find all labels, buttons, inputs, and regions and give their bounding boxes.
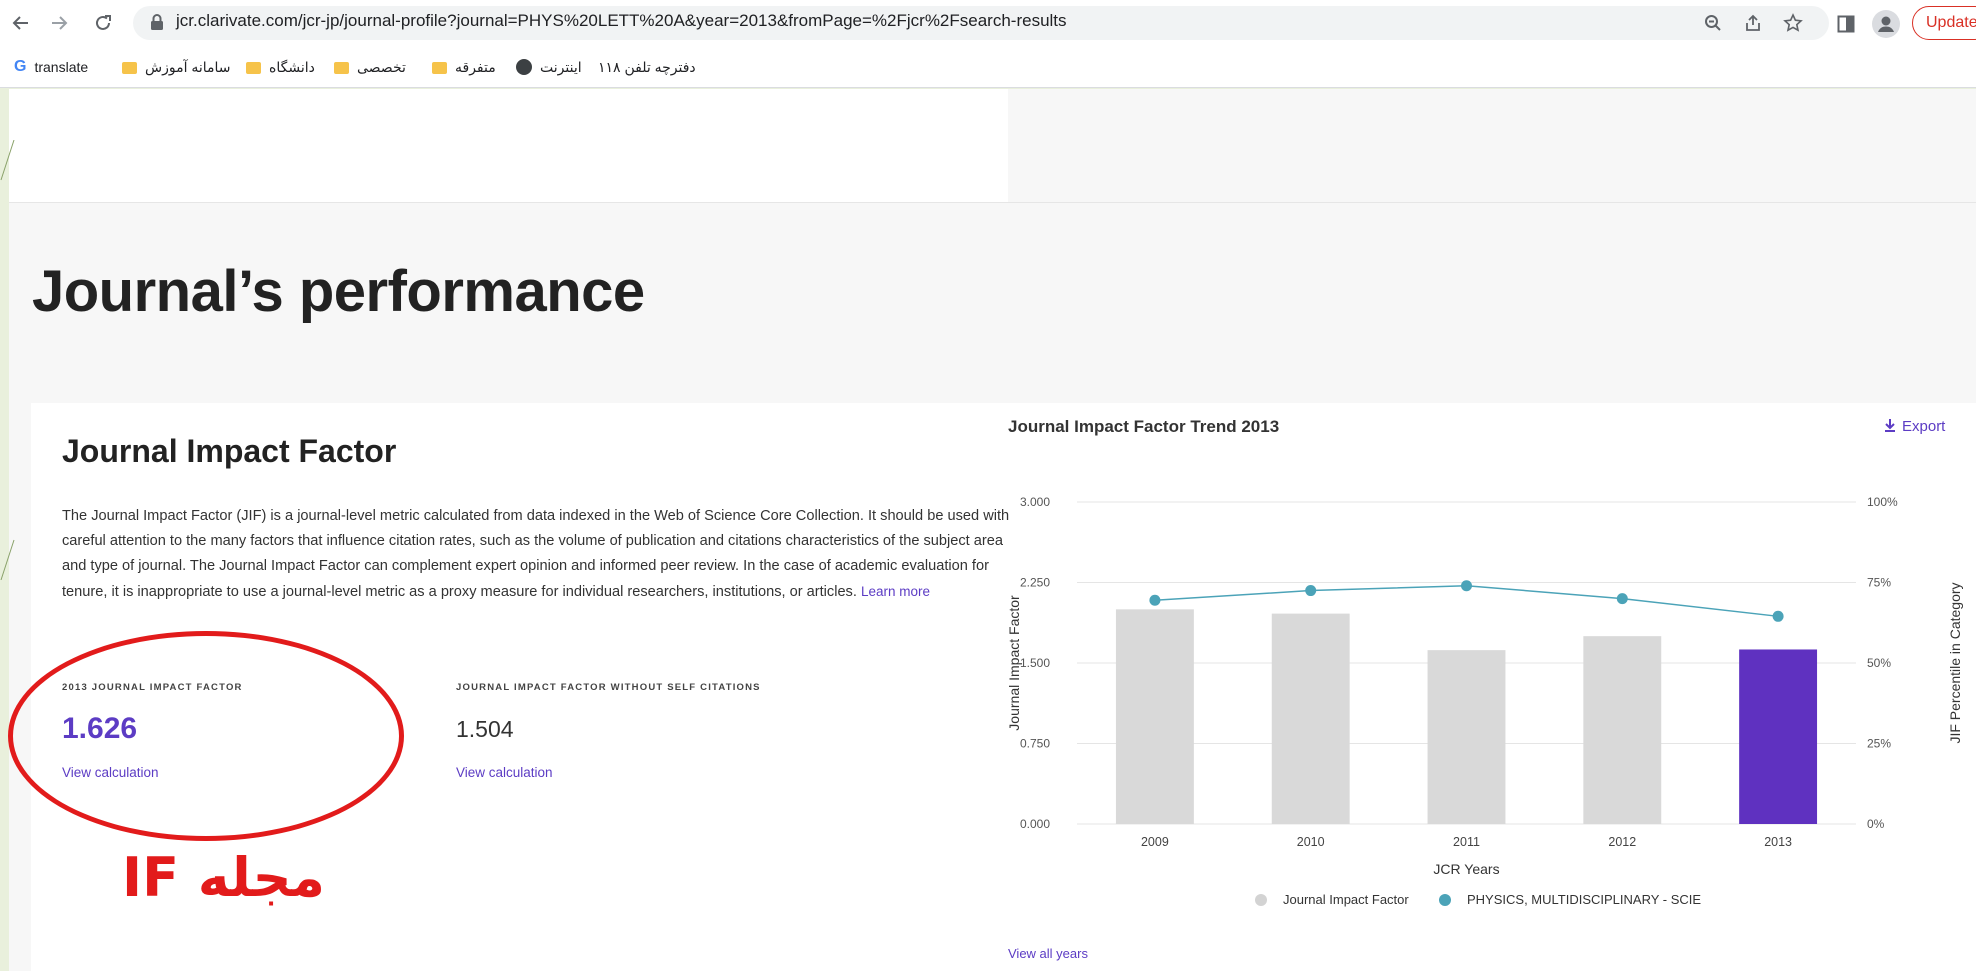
google-icon: G bbox=[14, 58, 27, 75]
y2-tick-label: 50% bbox=[1867, 656, 1891, 670]
folder-icon bbox=[334, 62, 349, 74]
y-axis-label: Journal Impact Factor bbox=[1006, 595, 1022, 731]
bar bbox=[1271, 613, 1350, 824]
y-tick-label: 0.750 bbox=[1020, 737, 1050, 751]
download-icon bbox=[1885, 419, 1895, 432]
y-tick-label: 2.250 bbox=[1020, 576, 1050, 590]
legend-swatch-bar bbox=[1255, 894, 1267, 906]
y2-tick-label: 25% bbox=[1867, 737, 1891, 751]
view-calculation-link[interactable]: View calculation bbox=[456, 765, 553, 780]
percentile-point bbox=[1616, 593, 1628, 605]
chart-title: Journal Impact Factor Trend 2013 bbox=[1008, 417, 1280, 436]
reload-icon[interactable] bbox=[88, 8, 118, 38]
legend-label: PHYSICS, MULTIDISCIPLINARY - SCIE bbox=[1467, 892, 1701, 907]
bookmark-takhassosi[interactable]: تخصصی bbox=[334, 56, 406, 78]
annotation-text: IF مجله bbox=[122, 846, 325, 909]
metric-value-jif-no-self: 1.504 bbox=[456, 716, 514, 742]
zoom-icon[interactable] bbox=[1700, 10, 1726, 36]
x-tick-label: 2012 bbox=[1608, 835, 1636, 849]
page-title: Journal’s performance bbox=[32, 259, 645, 324]
export-button[interactable]: Export bbox=[1884, 418, 1945, 435]
bookmark-label: متفرقه bbox=[455, 58, 496, 75]
y2-axis-label: JIF Percentile in Category bbox=[1947, 582, 1963, 743]
bookmark-motefarreghe[interactable]: متفرقه bbox=[432, 56, 496, 78]
bookmark-label: سامانه آموزش bbox=[145, 58, 231, 75]
bookmark-label: دانشگاه bbox=[269, 58, 315, 75]
red-annotation-ellipse bbox=[8, 631, 404, 841]
x-axis-label: JCR Years bbox=[1433, 861, 1499, 877]
bookmark-label: تخصصی bbox=[357, 58, 406, 75]
bar bbox=[1115, 609, 1194, 824]
bookmark-translate[interactable]: G translate bbox=[14, 56, 88, 78]
folder-icon bbox=[122, 62, 137, 74]
y2-tick-label: 0% bbox=[1867, 817, 1885, 831]
y-tick-label: 1.500 bbox=[1020, 656, 1050, 670]
url-text[interactable]: jcr.clarivate.com/jcr-jp/journal-profile… bbox=[176, 11, 1067, 31]
x-tick-label: 2010 bbox=[1297, 835, 1325, 849]
learn-more-link[interactable]: Learn more bbox=[861, 584, 930, 599]
update-button[interactable]: Update bbox=[1912, 6, 1976, 40]
side-panel-icon[interactable] bbox=[1832, 10, 1860, 38]
forward-icon[interactable] bbox=[44, 8, 74, 38]
share-icon[interactable] bbox=[1740, 10, 1766, 36]
percentile-point bbox=[1461, 580, 1472, 592]
jif-section-title: Journal Impact Factor bbox=[62, 433, 397, 469]
bookmark-label: اینترنت bbox=[540, 58, 582, 75]
bookmark-amoozesh[interactable]: سامانه آموزش bbox=[122, 56, 231, 78]
percentile-point bbox=[1305, 585, 1317, 597]
jif-trend-chart: 0.000 0.750 1.500 2.250 3.000 0% 25% 50% 75% 100%… bbox=[1006, 495, 1963, 907]
slide-decoration bbox=[0, 140, 15, 580]
bookmarks-bar: G translate سامانه آموزش دانشگاه تخصصی م… bbox=[0, 46, 1976, 88]
globe-icon bbox=[516, 59, 532, 75]
x-tick-label: 2013 bbox=[1764, 835, 1792, 849]
export-label: Export bbox=[1902, 418, 1946, 435]
bookmark-daneshgah[interactable]: دانشگاه bbox=[246, 56, 315, 78]
legend-label: Journal Impact Factor bbox=[1283, 892, 1409, 907]
top-banner-area bbox=[9, 89, 1008, 202]
y2-tick-label: 75% bbox=[1867, 576, 1891, 590]
x-tick-label: 2009 bbox=[1141, 835, 1169, 849]
back-icon[interactable] bbox=[6, 8, 36, 38]
percentile-point bbox=[1149, 594, 1161, 606]
bar bbox=[1427, 650, 1506, 824]
bar bbox=[1583, 636, 1662, 824]
bookmark-label: دفترچه تلفن ۱۱۸ bbox=[598, 58, 696, 75]
bar bbox=[1739, 649, 1818, 824]
lock-icon[interactable] bbox=[150, 13, 164, 36]
legend-swatch-line bbox=[1439, 894, 1451, 906]
profile-avatar-icon[interactable] bbox=[1872, 10, 1900, 38]
folder-icon bbox=[432, 62, 447, 74]
bookmark-star-icon[interactable] bbox=[1780, 10, 1806, 36]
view-all-years-link[interactable]: View all years bbox=[1008, 946, 1088, 961]
section-divider bbox=[9, 202, 1976, 203]
bookmark-label: translate bbox=[34, 59, 89, 75]
percentile-point bbox=[1772, 610, 1784, 622]
jif-description: The Journal Impact Factor (JIF) is a jou… bbox=[62, 504, 1012, 605]
metric-label-jif-no-self: JOURNAL IMPACT FACTOR WITHOUT SELF CITAT… bbox=[456, 682, 761, 693]
bookmark-daftarche[interactable]: دفترچه تلفن ۱۱۸ bbox=[598, 56, 696, 78]
bookmark-internet[interactable]: اینترنت bbox=[516, 56, 582, 78]
y-tick-label: 3.000 bbox=[1020, 495, 1050, 509]
folder-icon bbox=[246, 62, 261, 74]
y-tick-label: 0.000 bbox=[1020, 817, 1050, 831]
browser-toolbar: jcr.clarivate.com/jcr-jp/journal-profile… bbox=[0, 0, 1976, 46]
x-tick-label: 2011 bbox=[1453, 835, 1480, 849]
y2-tick-label: 100% bbox=[1867, 495, 1898, 509]
